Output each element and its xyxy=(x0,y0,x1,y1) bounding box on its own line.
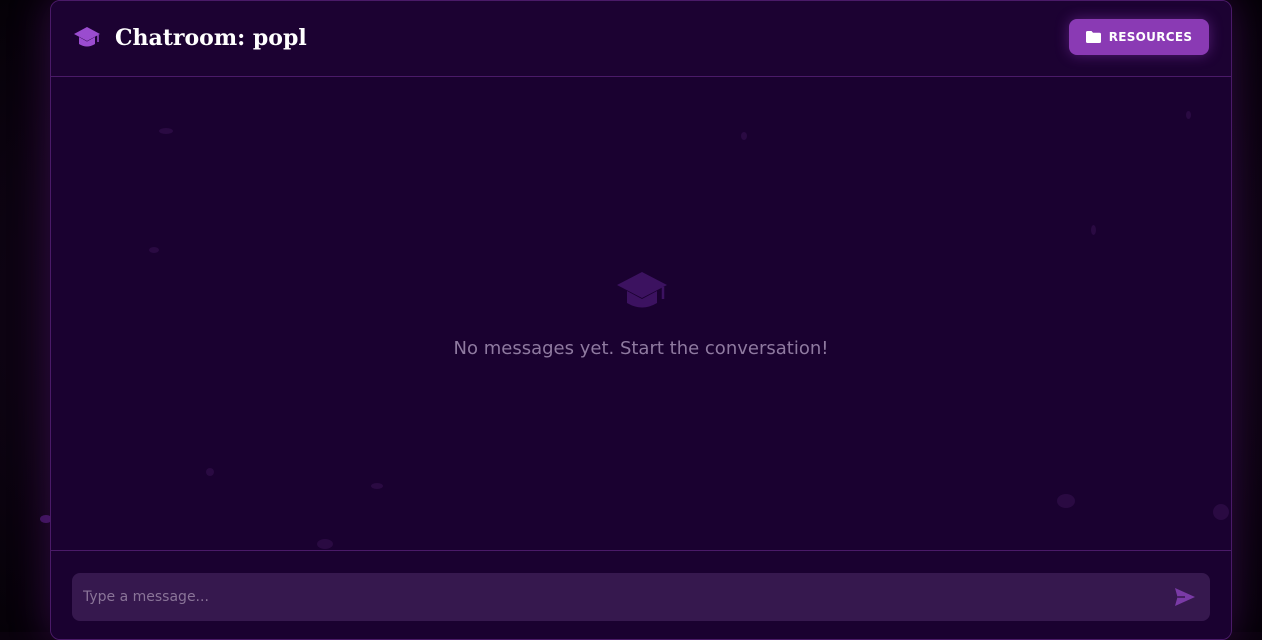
message-composer xyxy=(51,550,1231,639)
decorative-dot xyxy=(1057,494,1075,508)
decorative-dot xyxy=(1186,111,1191,119)
decorative-dot xyxy=(149,247,159,253)
decorative-dot xyxy=(1213,504,1229,520)
resources-label: RESOURCES xyxy=(1108,30,1193,44)
decorative-dot xyxy=(317,539,333,549)
empty-state-message: No messages yet. Start the conversation! xyxy=(453,338,829,359)
chat-window: Chatroom: popl RESOURCES No messages yet… xyxy=(50,0,1232,640)
graduation-cap-icon xyxy=(74,27,100,47)
messages-area[interactable]: No messages yet. Start the conversation! xyxy=(51,77,1231,550)
send-icon[interactable] xyxy=(1174,587,1196,607)
decorative-dot xyxy=(741,132,747,140)
decorative-dot xyxy=(371,483,383,489)
graduation-cap-icon xyxy=(617,272,667,308)
decorative-dot xyxy=(159,128,173,134)
message-input[interactable] xyxy=(72,573,1162,621)
folder-icon xyxy=(1085,31,1101,43)
message-input-container xyxy=(72,573,1210,621)
decorative-dot xyxy=(206,468,214,476)
decorative-dot xyxy=(1091,225,1096,235)
chat-header: Chatroom: popl RESOURCES xyxy=(51,1,1231,77)
resources-button[interactable]: RESOURCES xyxy=(1069,19,1209,55)
chatroom-title: Chatroom: popl xyxy=(115,25,307,51)
